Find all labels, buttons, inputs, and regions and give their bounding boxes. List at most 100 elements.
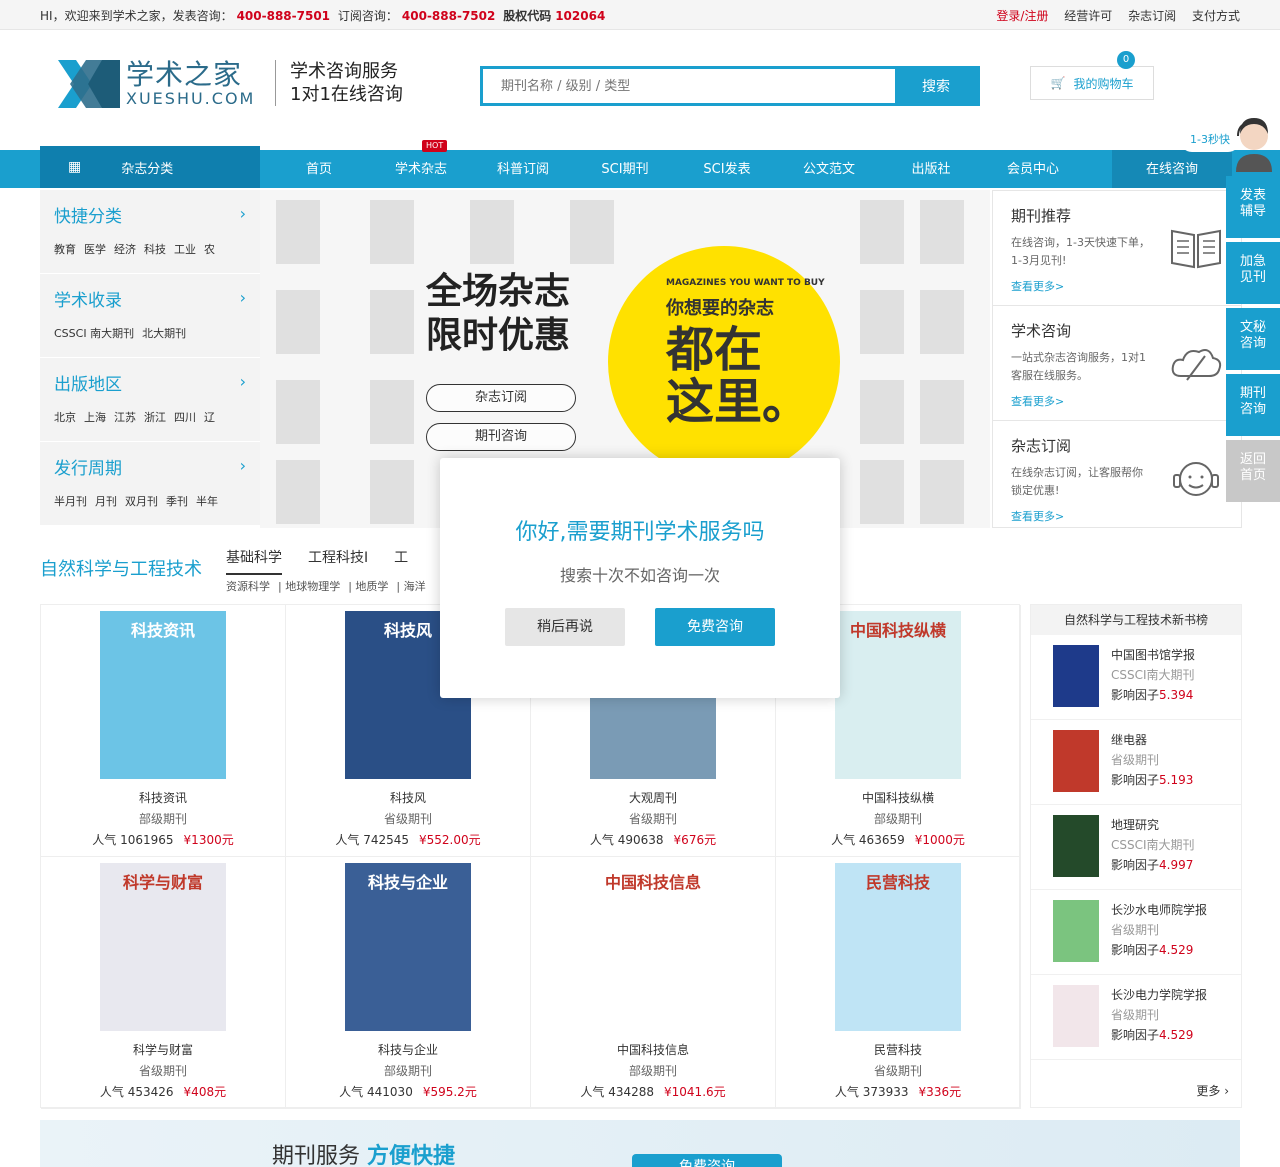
sidebar-link[interactable]: CSSCI 南大期刊 (54, 327, 134, 340)
ranking-more-link[interactable]: 更多 › (1196, 1082, 1229, 1099)
sidebar-link[interactable]: 上海 (84, 411, 106, 424)
sidebar-link[interactable]: 双月刊 (125, 495, 158, 508)
ranking-cover[interactable] (1053, 645, 1099, 707)
license-link[interactable]: 经营许可 (1064, 9, 1112, 23)
cart-button[interactable]: 🛒 我的购物车 0 (1030, 51, 1154, 100)
journal-name[interactable]: 大观周刊 (531, 789, 775, 806)
service-recommend[interactable]: 期刊推荐 在线咨询，1-3天快速下单，1-3月见刊! 查看更多> (993, 191, 1241, 306)
payment-link[interactable]: 支付方式 (1192, 9, 1240, 23)
service-subscribe[interactable]: 杂志订阅 在线杂志订阅，让客服帮你锁定优惠! 查看更多> (993, 421, 1241, 536)
service-academic[interactable]: 学术咨询 一站式杂志咨询服务，1对1客服在线服务。 查看更多> (993, 306, 1241, 421)
sidebar-link[interactable]: 四川 (174, 411, 196, 424)
sidebar-link[interactable]: 教育 (54, 243, 76, 256)
sidebar-link[interactable]: 辽 (204, 411, 215, 424)
float-journal-consult[interactable]: 期刊 咨询 (1226, 374, 1280, 436)
sidebar-quick[interactable]: 快捷分类 › 教育 医学 经济 科技 工业农 (40, 190, 260, 274)
subtab-link[interactable]: 地质学 (355, 580, 388, 593)
ranking-name[interactable]: 长沙水电师院学报 (1111, 900, 1207, 920)
category-menu-button[interactable]: ▦ 杂志分类 (40, 146, 260, 188)
sidebar-link[interactable]: 北京 (54, 411, 76, 424)
free-consult-button[interactable]: 免费咨询 (655, 608, 775, 646)
float-secretary[interactable]: 文秘 咨询 (1226, 308, 1280, 370)
sidebar-link[interactable]: 浙江 (144, 411, 166, 424)
ranking-item[interactable]: 地理研究 CSSCI南大期刊 影响因子4.997 (1031, 805, 1241, 890)
login-link[interactable]: 登录/注册 (996, 9, 1048, 23)
search-input[interactable] (483, 69, 895, 103)
service-more-link[interactable]: 查看更多> (1011, 278, 1223, 294)
journal-card[interactable]: 科学与财富 科学与财富 省级期刊 人气 453426 ¥408元 (41, 857, 286, 1109)
sidebar-link[interactable]: 江苏 (114, 411, 136, 424)
nav-online-consult[interactable]: 在线咨询 (1112, 150, 1232, 188)
journal-name[interactable]: 科技与企业 (286, 1041, 530, 1058)
subscribe-link[interactable]: 杂志订阅 (1128, 9, 1176, 23)
sidebar-link[interactable]: 半年 (196, 495, 218, 508)
service-more-link[interactable]: 查看更多> (1011, 508, 1223, 524)
nav-docs[interactable]: 公文范文 (778, 150, 880, 188)
nav-sci-journal[interactable]: SCI期刊 (574, 150, 676, 188)
ranking-cover[interactable] (1053, 900, 1099, 962)
ranking-cover[interactable] (1053, 985, 1099, 1047)
ranking-item[interactable]: 中国图书馆学报 CSSCI南大期刊 影响因子5.394 (1031, 635, 1241, 720)
agent-avatar-icon[interactable] (1228, 112, 1280, 172)
journal-card[interactable]: 科技资讯 科技资讯 部级期刊 人气 1061965 ¥1300元 (41, 605, 286, 857)
sidebar-link[interactable]: 季刊 (166, 495, 188, 508)
journal-cover[interactable]: 科技资讯 (100, 611, 226, 779)
subtab-link[interactable]: 海洋 (404, 580, 426, 593)
journal-card[interactable]: 中国科技信息 中国科技信息 部级期刊 人气 434288 ¥1041.6元 (531, 857, 776, 1109)
banner-consult-button[interactable]: 期刊咨询 (426, 423, 576, 451)
float-urgent[interactable]: 加急 见刊 (1226, 242, 1280, 304)
sidebar-cycle[interactable]: 发行周期 › 半月刊 月刊 双月刊 季刊 半年 (40, 442, 260, 526)
float-back-home[interactable]: 返回 首页 (1226, 440, 1280, 502)
sidebar-link[interactable]: 月刊 (95, 495, 117, 508)
journal-cover[interactable]: 中国科技信息 (590, 863, 716, 1031)
journal-name[interactable]: 中国科技纵横 (776, 789, 1020, 806)
journal-cover[interactable]: 科技与企业 (345, 863, 471, 1031)
journal-name[interactable]: 中国科技信息 (531, 1041, 775, 1058)
sidebar-region[interactable]: 出版地区 › 北京 上海 江苏 浙江 四川辽 (40, 358, 260, 442)
ranking-name[interactable]: 中国图书馆学报 (1111, 645, 1195, 665)
ranking-cover[interactable] (1053, 815, 1099, 877)
journal-name[interactable]: 科技风 (286, 789, 530, 806)
free-consult-banner-button[interactable]: 免费咨询 (632, 1154, 782, 1167)
ranking-name[interactable]: 继电器 (1111, 730, 1193, 750)
nav-publisher[interactable]: 出版社 (880, 150, 982, 188)
nav-popsci[interactable]: 科普订阅 (472, 150, 574, 188)
nav-home[interactable]: 首页 (268, 150, 370, 188)
sidebar-link[interactable]: 农 (204, 243, 215, 256)
journal-card[interactable]: 科技与企业 科技与企业 部级期刊 人气 441030 ¥595.2元 (286, 857, 531, 1109)
sidebar-link[interactable]: 医学 (84, 243, 106, 256)
nav-sci-publish[interactable]: SCI发表 (676, 150, 778, 188)
journal-cover[interactable]: 中国科技纵横 (835, 611, 961, 779)
sidebar-link[interactable]: 科技 (144, 243, 166, 256)
search-button[interactable]: 搜索 (895, 69, 977, 103)
tab-engineering-2[interactable]: 工 (394, 547, 408, 575)
service-more-link[interactable]: 查看更多> (1011, 393, 1223, 409)
subtab-link[interactable]: 资源科学 (226, 580, 270, 593)
ranking-name[interactable]: 地理研究 (1111, 815, 1195, 835)
ranking-cover[interactable] (1053, 730, 1099, 792)
sidebar-link[interactable]: 工业 (174, 243, 196, 256)
ranking-item[interactable]: 长沙电力学院学报 省级期刊 影响因子4.529 (1031, 975, 1241, 1060)
banner-subscribe-button[interactable]: 杂志订阅 (426, 384, 576, 412)
journal-name[interactable]: 民营科技 (776, 1041, 1020, 1058)
ranking-item[interactable]: 长沙水电师院学报 省级期刊 影响因子4.529 (1031, 890, 1241, 975)
later-button[interactable]: 稍后再说 (505, 608, 625, 646)
journal-name[interactable]: 科学与财富 (41, 1041, 285, 1058)
sidebar-link[interactable]: 经济 (114, 243, 136, 256)
float-publish-tutor[interactable]: 发表 辅导 (1226, 176, 1280, 238)
tab-basic-science[interactable]: 基础科学 (226, 547, 282, 575)
ranking-name[interactable]: 长沙电力学院学报 (1111, 985, 1207, 1005)
ranking-item[interactable]: 继电器 省级期刊 影响因子5.193 (1031, 720, 1241, 805)
nav-academic[interactable]: HOT 学术杂志 (370, 140, 472, 188)
journal-name[interactable]: 科技资讯 (41, 789, 285, 806)
journal-card[interactable]: 民营科技 民营科技 省级期刊 人气 373933 ¥336元 (776, 857, 1021, 1109)
sidebar-link[interactable]: 北大期刊 (142, 327, 186, 340)
site-logo[interactable]: 学术之家 XUESHU.COM (58, 60, 255, 108)
subtab-link[interactable]: 地球物理学 (285, 580, 340, 593)
sidebar-index[interactable]: 学术收录 › CSSCI 南大期刊 北大期刊 (40, 274, 260, 358)
sidebar-link[interactable]: 半月刊 (54, 495, 87, 508)
journal-cover[interactable]: 科学与财富 (100, 863, 226, 1031)
tab-engineering-1[interactable]: 工程科技I (308, 547, 368, 575)
journal-cover[interactable]: 民营科技 (835, 863, 961, 1031)
nav-member[interactable]: 会员中心 (982, 150, 1084, 188)
